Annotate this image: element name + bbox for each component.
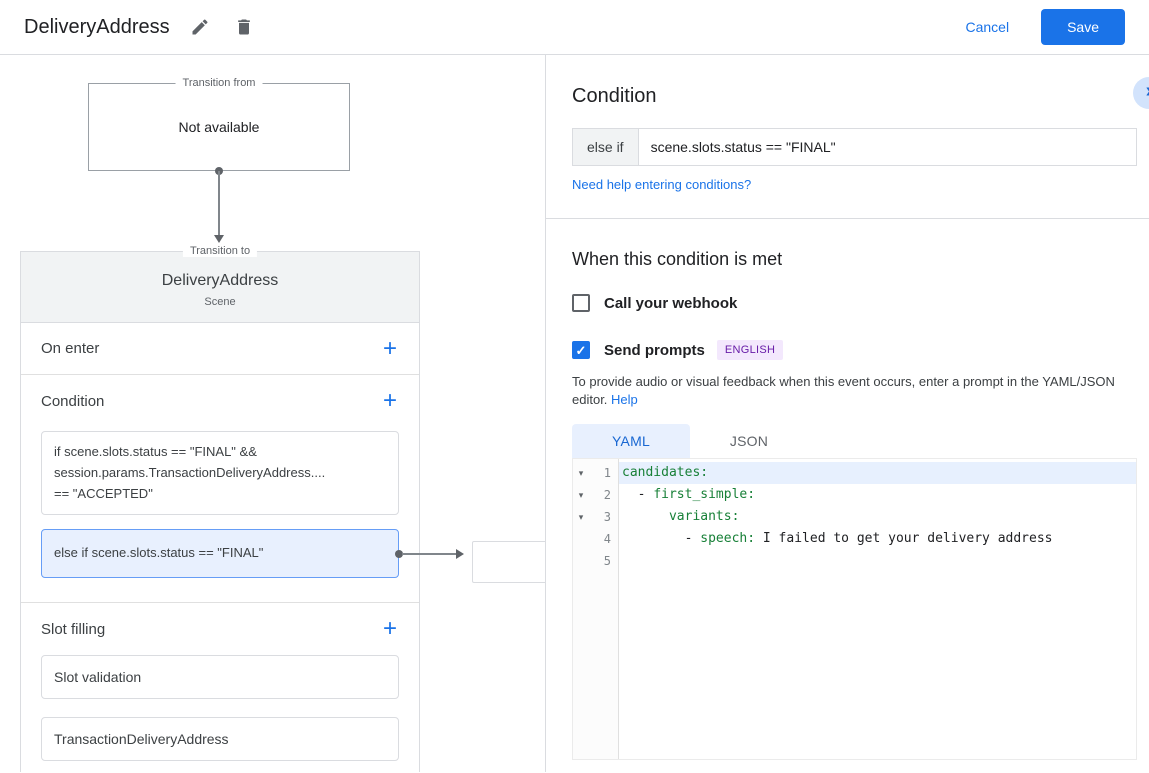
tab-yaml[interactable]: YAML	[572, 424, 690, 459]
panel-divider	[546, 218, 1149, 219]
transition-target-node[interactable]	[472, 541, 545, 583]
slot-item-delivery-address[interactable]: TransactionDeliveryAddress	[41, 717, 399, 762]
slot-item-validation[interactable]: Slot validation	[41, 655, 399, 700]
send-prompts-label: Send prompts	[604, 341, 705, 359]
code-token: speech:	[700, 531, 756, 547]
on-enter-row[interactable]: On enter +	[21, 323, 419, 375]
condition-connector-arrowhead-icon	[456, 548, 464, 559]
fold-toggle-icon[interactable]: ▾	[573, 490, 589, 501]
transition-from-legend: Transition from	[175, 77, 263, 89]
slot-filling-label: Slot filling	[41, 620, 106, 638]
condition-expression-group: else if	[572, 128, 1137, 166]
pencil-icon	[192, 19, 208, 35]
send-prompts-row[interactable]: Send prompts ENGLISH	[572, 340, 1137, 360]
save-button[interactable]: Save	[1041, 9, 1125, 45]
editor-gutter: ▾ 1 ▾ 2 ▾ 3 4 5	[573, 459, 619, 760]
connector-line	[218, 171, 220, 235]
trash-icon	[237, 19, 250, 35]
code-token: I failed to get your delivery address	[755, 531, 1053, 547]
transition-to-legend: Transition to	[182, 245, 258, 257]
editor-tabs: YAML JSON	[572, 424, 1137, 459]
edit-title-button[interactable]	[186, 13, 214, 41]
yaml-editor[interactable]: ▾ 1 ▾ 2 ▾ 3 4 5 candidates: - first_simple: var…	[572, 458, 1137, 761]
main-area: Transition from Not available Transition…	[0, 55, 1149, 772]
prompt-description-text: To provide audio or visual feedback when…	[572, 374, 1115, 407]
language-badge: ENGLISH	[716, 340, 784, 360]
add-condition-button[interactable]: +	[381, 389, 399, 413]
line-number: 1	[603, 466, 611, 481]
conditions-help-link[interactable]: Need help entering conditions?	[572, 177, 751, 192]
delete-scene-button[interactable]	[230, 13, 258, 41]
transition-from-node: Transition from Not available	[88, 77, 350, 171]
panel-title: Condition	[572, 85, 657, 107]
condition-prefix-label: else if	[573, 129, 639, 165]
transition-to-node: Transition to DeliveryAddress Scene On e…	[20, 245, 464, 772]
scene-type-label: Scene	[204, 296, 236, 308]
condition-section-row: Condition +	[21, 375, 419, 427]
code-token: variants:	[668, 509, 740, 525]
condition-item-text: else if scene.slots.status == "FINAL"	[54, 545, 264, 561]
fold-toggle-icon[interactable]: ▾	[573, 468, 589, 479]
condition-connector-line	[402, 552, 462, 555]
prompt-description: To provide audio or visual feedback when…	[572, 373, 1137, 408]
when-met-title: When this condition is met	[572, 249, 783, 269]
send-prompts-checkbox[interactable]	[572, 341, 590, 359]
tab-json[interactable]: JSON	[690, 424, 808, 458]
code-token: first_simple:	[653, 487, 756, 503]
line-number: 3	[603, 510, 611, 525]
line-number: 5	[603, 554, 611, 569]
condition-editor-panel: › Condition else if Need help entering c…	[546, 55, 1149, 772]
webhook-checkbox[interactable]	[572, 294, 590, 312]
add-on-enter-button[interactable]: +	[381, 336, 399, 361]
line-number: 2	[603, 488, 611, 503]
scene-name: DeliveryAddress	[161, 272, 279, 289]
condition-item-selected[interactable]: else if scene.slots.status == "FINAL"	[41, 529, 464, 579]
transition-from-content: Not available	[178, 119, 260, 135]
code-token: -	[622, 531, 701, 547]
condition-item[interactable]: if scene.slots.status == "FINAL" && sess…	[41, 431, 399, 516]
scene-card-header[interactable]: DeliveryAddress Scene	[21, 252, 419, 323]
code-line[interactable]	[619, 550, 1136, 572]
code-line[interactable]: - speech: I failed to get your delivery …	[619, 528, 1136, 550]
code-line[interactable]: candidates:	[619, 462, 1136, 485]
connector-arrowhead-icon	[214, 235, 224, 243]
fold-toggle-icon[interactable]: ▾	[573, 512, 589, 523]
on-enter-label: On enter	[41, 340, 100, 357]
editor-code[interactable]: candidates: - first_simple: variants: - …	[619, 459, 1136, 759]
code-line[interactable]: - first_simple:	[619, 484, 1136, 506]
line-number: 4	[603, 532, 611, 547]
chevron-right-icon: ›	[1146, 80, 1149, 103]
add-slot-button[interactable]: +	[381, 617, 399, 641]
page-title: DeliveryAddress	[24, 15, 170, 38]
condition-list: if scene.slots.status == "FINAL" && sess…	[21, 427, 464, 602]
code-token: candidates:	[622, 465, 709, 481]
help-link[interactable]: Help	[611, 392, 638, 407]
top-bar: DeliveryAddress Cancel Save	[0, 0, 1149, 55]
condition-section-label: Condition	[41, 392, 105, 410]
webhook-row[interactable]: Call your webhook	[572, 294, 1137, 312]
slot-filling-section-row: Slot filling +	[21, 603, 419, 655]
condition-expression-input[interactable]	[638, 129, 1136, 165]
scene-diagram-canvas: Transition from Not available Transition…	[0, 55, 546, 772]
code-line[interactable]: variants:	[619, 506, 1136, 528]
code-token: -	[622, 487, 654, 503]
cancel-button[interactable]: Cancel	[959, 18, 1015, 36]
webhook-label: Call your webhook	[604, 294, 738, 312]
